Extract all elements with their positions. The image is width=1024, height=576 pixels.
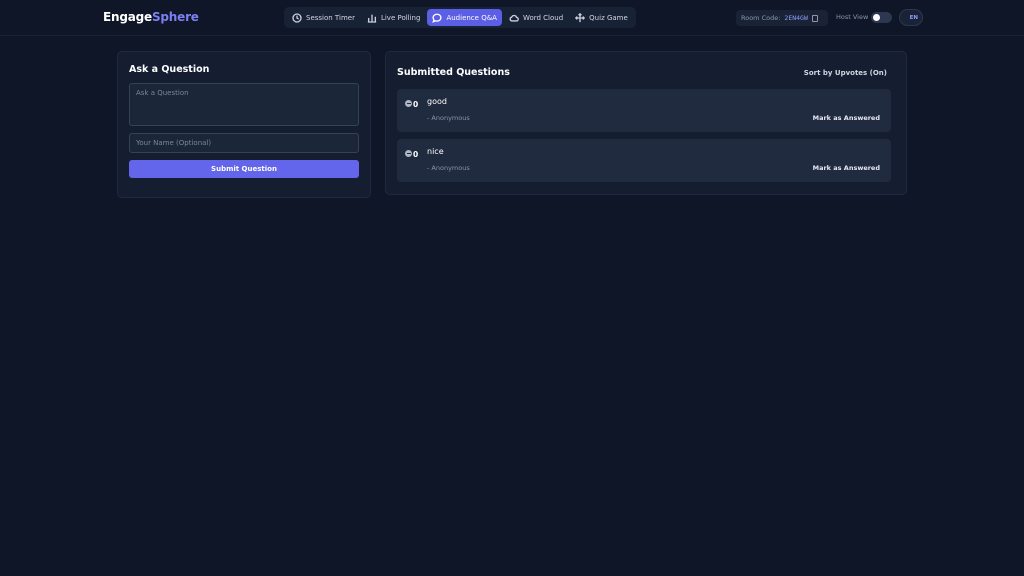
question-input[interactable]	[129, 83, 359, 126]
nav-quiz-game[interactable]: Quiz Game	[570, 9, 633, 26]
sort-by-upvotes-button[interactable]: Sort by Upvotes (On)	[804, 69, 887, 77]
upvote-icon	[405, 99, 412, 107]
ask-question-title: Ask a Question	[129, 64, 210, 75]
chat-bubble-icon	[432, 13, 443, 23]
brand-logo[interactable]: EngageSphere	[103, 10, 199, 24]
bar-chart-icon	[367, 14, 377, 23]
room-code-label: Room Code:	[741, 14, 781, 22]
main-nav: Session Timer Live Polling Audience Q&A …	[284, 7, 636, 28]
top-header: EngageSphere Session Timer Live Polling …	[0, 0, 1024, 36]
brand-name-part2: Sphere	[151, 10, 199, 24]
question-card: 0 good - Anonymous Mark as Answered	[397, 89, 891, 132]
nav-label: Live Polling	[380, 13, 421, 22]
nav-live-polling[interactable]: Live Polling	[362, 9, 426, 26]
nav-session-timer[interactable]: Session Timer	[287, 9, 360, 26]
submitted-questions-title: Submitted Questions	[397, 67, 510, 78]
mark-as-answered-button[interactable]: Mark as Answered	[813, 164, 880, 172]
host-view-label: Host View	[836, 13, 869, 21]
question-text: good	[427, 97, 447, 106]
vote-count: 0	[413, 150, 419, 159]
upvote-button[interactable]: 0	[405, 147, 418, 159]
question-text: nice	[427, 147, 444, 156]
language-label: EN	[909, 14, 918, 21]
room-code-value: 2EN4GW	[784, 14, 808, 22]
toggle-knob	[873, 14, 880, 21]
vote-count: 0	[413, 100, 419, 109]
mark-as-answered-button[interactable]: Mark as Answered	[813, 114, 880, 122]
nav-label: Word Cloud	[522, 13, 564, 22]
clock-icon	[292, 12, 302, 23]
upvote-icon	[405, 149, 412, 157]
nav-audience-qa[interactable]: Audience Q&A	[427, 9, 502, 26]
submitted-questions-panel: Submitted Questions Sort by Upvotes (On)…	[385, 51, 907, 195]
nav-label: Audience Q&A	[446, 13, 497, 22]
ask-question-panel: Ask a Question Submit Question	[117, 51, 371, 198]
cloud-icon	[509, 14, 519, 22]
language-switch[interactable]: EN	[899, 9, 923, 26]
host-view-toggle[interactable]	[871, 12, 892, 23]
nav-label: Session Timer	[306, 13, 355, 22]
brand-name-part1: Engage	[103, 10, 152, 24]
question-card: 0 nice - Anonymous Mark as Answered	[397, 139, 891, 182]
arrows-icon	[575, 12, 586, 22]
clipboard-icon[interactable]	[811, 14, 818, 22]
question-author: - Anonymous	[427, 114, 470, 122]
name-input[interactable]	[129, 133, 359, 153]
nav-word-cloud[interactable]: Word Cloud	[504, 9, 568, 26]
nav-label: Quiz Game	[589, 13, 628, 22]
room-code-badge: Room Code: 2EN4GW	[736, 10, 828, 26]
question-author: - Anonymous	[427, 164, 470, 172]
submit-question-button[interactable]: Submit Question	[129, 160, 359, 178]
upvote-button[interactable]: 0	[405, 97, 418, 109]
